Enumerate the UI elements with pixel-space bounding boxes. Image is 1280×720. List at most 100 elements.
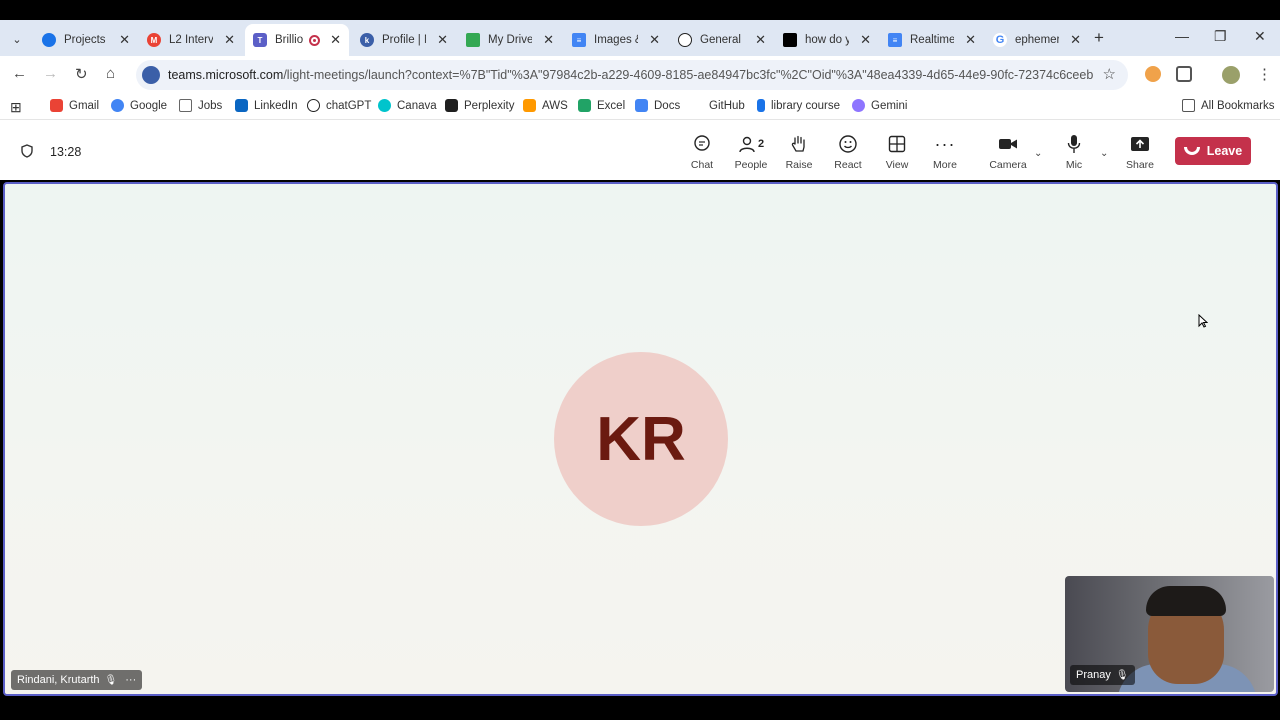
close-tab-icon[interactable]: ✕ [965,32,976,48]
tab-general[interactable]: General C ✕ [670,24,774,56]
more-label: More [933,159,957,171]
mic-label: Mic [1065,159,1083,171]
home-icon[interactable]: ⌂ [106,65,115,82]
profile-avatar[interactable] [1222,66,1240,84]
extensions-puzzle-icon[interactable] [1176,66,1192,82]
bookmark-label: Perplexity [464,99,515,112]
tab-l2-interview[interactable]: M L2 Intervie ✕ [139,24,243,56]
bookmark-library-course[interactable]: library course [757,99,840,112]
back-arrow-icon[interactable]: ← [12,65,27,82]
microphone-icon: 🎙 [104,674,118,686]
close-window-icon[interactable]: ✕ [1254,28,1266,45]
tab-how-do[interactable]: how do y ✕ [775,24,879,56]
tab-title: L2 Intervie [169,34,213,46]
bookmark-google[interactable]: Google [111,99,167,112]
tab-my-drive[interactable]: My Drive ✕ [458,24,562,56]
bookmark-perplexity[interactable]: Perplexity [445,99,515,112]
raise-hand-button[interactable]: Raise [777,134,821,171]
docs-tab-icon: ≡ [572,33,586,47]
people-count: 2 [757,138,765,150]
close-tab-icon[interactable]: ✕ [755,32,766,48]
address-bar[interactable]: teams.microsoft.com/light-meetings/launc… [136,60,1128,90]
bookmark-label: Jobs [198,99,223,112]
close-tab-icon[interactable]: ✕ [330,32,341,48]
mic-options-chevron-icon[interactable]: ⌄ [1100,148,1108,159]
raise-label: Raise [785,159,813,171]
bookmark-jobs[interactable]: Jobs [179,99,222,112]
tab-realtime[interactable]: ≡ Realtime ✕ [880,24,984,56]
mic-button[interactable]: Mic [1052,134,1096,171]
people-icon: 2 [738,134,764,154]
url-text[interactable]: teams.microsoft.com/light-meetings/launc… [168,68,1093,82]
bookmark-excel[interactable]: Excel [578,99,625,112]
bookmark-label: chatGPT [326,99,372,112]
tab-images[interactable]: ≡ Images & ✕ [564,24,668,56]
bookmark-star-icon[interactable]: ☆ [1103,65,1116,83]
leave-button[interactable]: Leave [1175,137,1251,165]
view-label: View [885,159,909,171]
more-button[interactable]: ··· More [923,134,967,172]
camera-label: Camera [989,159,1027,171]
tab-title: Realtime [910,34,954,46]
linkedin-icon [235,99,248,112]
chat-button[interactable]: Chat [680,134,724,171]
share-icon [1130,134,1150,154]
close-tab-icon[interactable]: ✕ [860,32,871,48]
bookmark-docs[interactable]: Docs [635,99,680,112]
bookmark-canava[interactable]: Canava [378,99,437,112]
self-video-tile[interactable]: Pranay 🎙 [1065,576,1274,692]
new-tab-icon[interactable]: + [1094,28,1104,48]
site-info-icon[interactable] [142,66,160,84]
people-label: People [734,159,768,171]
hand-icon [791,134,807,154]
gmail-icon [50,99,63,112]
canva-icon [378,99,391,112]
gemini-icon [852,99,865,112]
participant-options-icon[interactable]: ··· [125,674,136,686]
close-tab-icon[interactable]: ✕ [119,32,130,48]
close-tab-icon[interactable]: ✕ [543,32,554,48]
bookmark-gmail[interactable]: Gmail [50,99,99,112]
bookmark-label: Excel [597,99,626,112]
extension-icon[interactable] [1145,66,1161,82]
tab-profile[interactable]: k Profile | M ✕ [352,24,456,56]
share-button[interactable]: Share [1118,134,1162,171]
apps-grid-icon[interactable]: ⊞ [10,99,22,116]
restore-icon[interactable]: ❐ [1214,28,1227,45]
camera-button[interactable]: Camera [986,134,1030,171]
forward-arrow-icon[interactable]: → [43,65,58,82]
bookmark-label: GitHub [709,99,745,112]
minimize-icon[interactable]: — [1175,28,1189,44]
tab-brillio[interactable]: T Brillio ✕ [245,24,349,56]
browser-menu-icon[interactable]: ⋮ [1257,65,1272,83]
bookmark-linkedin[interactable]: LinkedIn [235,99,297,112]
bookmark-aws[interactable]: AWS [523,99,568,112]
recording-icon [309,34,320,46]
close-tab-icon[interactable]: ✕ [437,32,448,48]
url-path: /light-meetings/launch?context=%7B"Tid"%… [283,68,1093,82]
bookmark-chatgpt[interactable]: chatGPT [307,99,371,112]
all-bookmarks[interactable]: All Bookmarks [1182,99,1275,112]
tab-title: ephemer [1015,34,1059,46]
participant-name: Rindani, Krutarth [17,674,100,686]
tab-search-button[interactable]: ⌄ [6,28,28,50]
close-tab-icon[interactable]: ✕ [649,32,660,48]
view-button[interactable]: View [875,134,919,171]
url-domain: teams.microsoft.com [168,68,284,82]
camera-options-chevron-icon[interactable]: ⌄ [1034,148,1042,159]
tab-projects[interactable]: Projects - ✕ [34,24,138,56]
bookmark-label: Canava [397,99,437,112]
docs-tab-icon: ≡ [888,33,902,47]
bookmark-gemini[interactable]: Gemini [852,99,907,112]
bookmark-github[interactable]: GitHub [690,99,745,112]
reload-icon[interactable]: ↻ [75,65,88,83]
camera-icon [998,134,1018,154]
tab-ephemeral[interactable]: G ephemer ✕ [985,24,1089,56]
projects-tab-icon [42,33,56,47]
teams-tab-icon: T [253,33,267,47]
bookmark-label: Gmail [69,99,100,112]
react-button[interactable]: React [826,134,870,171]
close-tab-icon[interactable]: ✕ [1070,32,1081,48]
close-tab-icon[interactable]: ✕ [224,32,235,48]
people-button[interactable]: 2 People [729,134,773,171]
